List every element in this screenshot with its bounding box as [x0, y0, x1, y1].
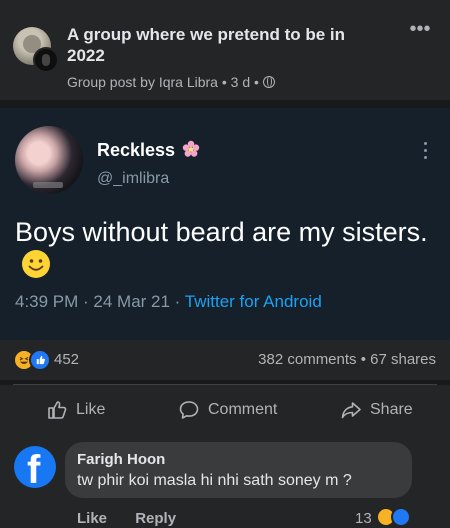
comment-bubble[interactable]: Farigh Hoon tw phir koi masla hi nhi sat…	[65, 442, 412, 498]
smile-emoji-icon	[22, 250, 50, 278]
tweet-author-label: Reckless	[97, 140, 176, 160]
comments-shares-count[interactable]: 382 comments • 67 shares	[258, 351, 436, 368]
comment-author[interactable]: Farigh Hoon	[77, 451, 165, 468]
like-reaction-icon	[391, 507, 411, 527]
comment-actions: Like Reply	[77, 510, 200, 527]
comment-button[interactable]: Comment	[178, 399, 277, 421]
comment-reaction-count: 13	[355, 510, 372, 527]
tweet-timestamp: 4:39 PM · 24 Mar 21 · Twitter for Androi…	[15, 292, 322, 312]
tweet-author-name: Reckless	[97, 140, 200, 161]
flower-icon	[182, 140, 200, 157]
like-reaction-icon	[29, 349, 51, 371]
share-label: Share	[370, 401, 413, 418]
group-avatar[interactable]	[13, 27, 59, 73]
post-action-bar: Like Comment Share	[0, 385, 450, 435]
share-arrow-icon	[341, 402, 361, 419]
like-button[interactable]: Like	[46, 399, 105, 421]
share-button[interactable]: Share	[340, 399, 413, 421]
like-label: Like	[76, 401, 106, 418]
poster-avatar	[33, 47, 59, 73]
group-title[interactable]: A group where we pretend to be in 2022	[67, 24, 387, 66]
reaction-count[interactable]: 452	[54, 351, 79, 368]
tweet-text: Boys without beard are my sisters.	[15, 216, 435, 282]
tweet-avatar	[15, 126, 83, 194]
comment-text: tw phir koi masla hi nhi sath soney m ?	[77, 472, 352, 489]
comment-reply-button[interactable]: Reply	[135, 510, 176, 527]
tweet-text-body: Boys without beard are my sisters.	[15, 217, 428, 247]
more-vertical-icon	[420, 142, 430, 164]
tweet-source: Twitter for Android	[184, 292, 322, 311]
globe-icon	[262, 76, 275, 88]
post-meta: Group post by Iqra Libra • 3 d •	[67, 74, 275, 90]
comment-label: Comment	[208, 401, 278, 418]
comment-icon	[179, 401, 199, 419]
thumbs-up-icon	[48, 401, 67, 419]
commenter-avatar[interactable]: f	[14, 446, 56, 488]
facebook-logo-icon: f	[27, 448, 41, 488]
post-meta-text[interactable]: Group post by Iqra Libra • 3 d •	[67, 74, 259, 90]
tweet-screenshot[interactable]: Reckless @_imlibra Boys without beard ar…	[0, 108, 450, 340]
tweet-handle: @_imlibra	[97, 170, 170, 187]
tweet-time: 4:39 PM · 24 Mar 21 ·	[15, 292, 185, 311]
more-horizontal-icon[interactable]: •••	[405, 19, 435, 42]
post-stats: 452 382 comments • 67 shares	[0, 340, 450, 380]
comment-like-button[interactable]: Like	[77, 510, 107, 527]
post-header: A group where we pretend to be in 2022 G…	[0, 0, 450, 100]
comment-section: f Farigh Hoon tw phir koi masla hi nhi s…	[0, 435, 450, 528]
